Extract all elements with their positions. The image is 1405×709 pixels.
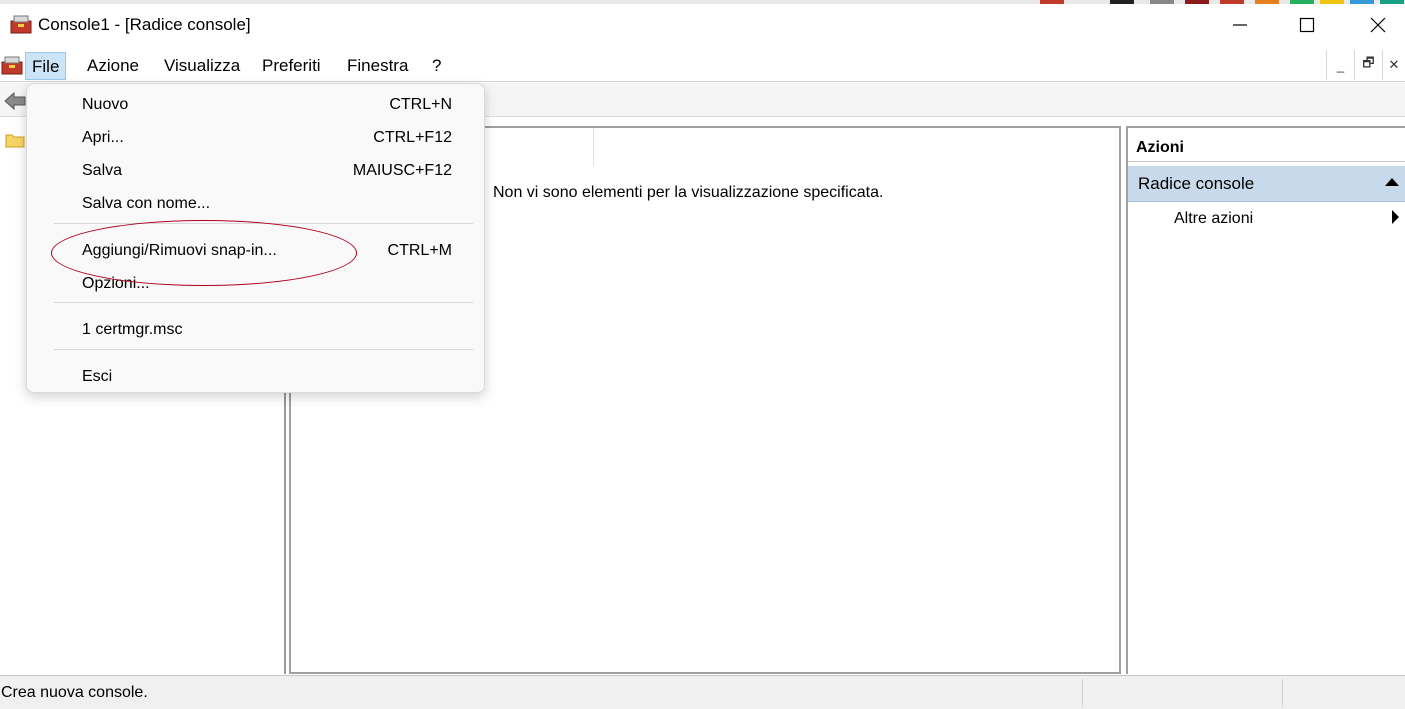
system-menu-icon[interactable] bbox=[1, 54, 23, 76]
minimize-button[interactable] bbox=[1212, 8, 1268, 42]
menu-item-nuovo[interactable]: Nuovo CTRL+N bbox=[27, 88, 486, 121]
minimize-icon bbox=[1233, 24, 1247, 26]
maximize-button[interactable] bbox=[1279, 8, 1335, 42]
menu-item-shortcut: MAIUSC+F12 bbox=[352, 162, 452, 179]
menu-azione[interactable]: Azione bbox=[81, 52, 145, 80]
menu-file[interactable]: File bbox=[25, 52, 67, 80]
menu-finestra[interactable]: Finestra bbox=[341, 52, 414, 80]
menu-help[interactable]: ? bbox=[426, 52, 447, 80]
submenu-arrow-icon[interactable] bbox=[1392, 210, 1399, 224]
child-close-button[interactable]: ✕ bbox=[1382, 50, 1405, 80]
menu-item-label: Esci bbox=[82, 368, 113, 385]
menu-item-label: Salva bbox=[82, 162, 123, 179]
minimize-icon: _ bbox=[1336, 57, 1345, 73]
menu-item-label: 1 certmgr.msc bbox=[82, 321, 183, 338]
menu-item-label: Apri... bbox=[82, 129, 124, 146]
menu-item-label: Salva con nome... bbox=[82, 195, 211, 212]
status-separator bbox=[1082, 679, 1083, 707]
menu-item-shortcut: CTRL+F12 bbox=[373, 129, 452, 146]
title-bar: Console1 - [Radice console] bbox=[0, 0, 1405, 48]
restore-icon: 🗗 bbox=[1362, 55, 1375, 70]
collapse-up-icon[interactable] bbox=[1385, 178, 1399, 186]
actions-title: Azioni bbox=[1128, 134, 1405, 162]
menu-separator bbox=[54, 349, 473, 350]
menu-item-esci[interactable]: Esci bbox=[27, 360, 486, 393]
status-bar: Crea nuova console. bbox=[0, 675, 1405, 709]
actions-section-radice-console[interactable]: Radice console bbox=[1128, 166, 1405, 202]
child-minimize-button[interactable]: _ bbox=[1326, 50, 1354, 80]
menu-item-salva-con-nome[interactable]: Salva con nome... bbox=[27, 187, 486, 220]
window-title: Console1 - [Radice console] bbox=[38, 15, 251, 34]
menu-item-shortcut: CTRL+M bbox=[387, 242, 452, 259]
menu-item-shortcut: CTRL+N bbox=[389, 96, 452, 113]
taskbar-strip bbox=[0, 0, 1405, 4]
menu-separator bbox=[54, 302, 473, 303]
column-header-divider bbox=[593, 128, 594, 166]
menu-preferiti[interactable]: Preferiti bbox=[256, 52, 327, 80]
mmc-window: Console1 - [Radice console] File Azione … bbox=[0, 0, 1405, 709]
actions-pane: Azioni Radice console Altre azioni bbox=[1126, 126, 1405, 674]
empty-view-message: Non vi sono elementi per la visualizzazi… bbox=[493, 184, 884, 201]
back-arrow-icon[interactable] bbox=[4, 92, 26, 110]
console-app-icon bbox=[10, 15, 32, 34]
status-separator bbox=[1282, 679, 1283, 707]
menu-visualizza[interactable]: Visualizza bbox=[158, 52, 246, 80]
close-icon: ✕ bbox=[1388, 57, 1400, 72]
action-altre-azioni[interactable]: Altre azioni bbox=[1174, 210, 1253, 228]
file-menu-dropdown: Nuovo CTRL+N Apri... CTRL+F12 Salva MAIU… bbox=[26, 83, 485, 393]
menu-bar: File Azione Visualizza Preferiti Finestr… bbox=[0, 48, 1405, 82]
maximize-icon bbox=[1299, 17, 1315, 33]
close-icon bbox=[1370, 17, 1386, 33]
child-restore-button[interactable]: 🗗 bbox=[1354, 50, 1382, 80]
annotation-highlight-ellipse bbox=[51, 220, 357, 286]
menu-item-apri[interactable]: Apri... CTRL+F12 bbox=[27, 121, 486, 154]
status-text: Crea nuova console. bbox=[1, 684, 148, 701]
folder-icon[interactable] bbox=[5, 132, 25, 148]
actions-section-label: Radice console bbox=[1138, 174, 1255, 193]
menu-item-salva[interactable]: Salva MAIUSC+F12 bbox=[27, 154, 486, 187]
menu-item-recent-certmgr[interactable]: 1 certmgr.msc bbox=[27, 313, 486, 346]
menu-item-label: Nuovo bbox=[82, 96, 129, 113]
close-button[interactable] bbox=[1350, 8, 1405, 42]
